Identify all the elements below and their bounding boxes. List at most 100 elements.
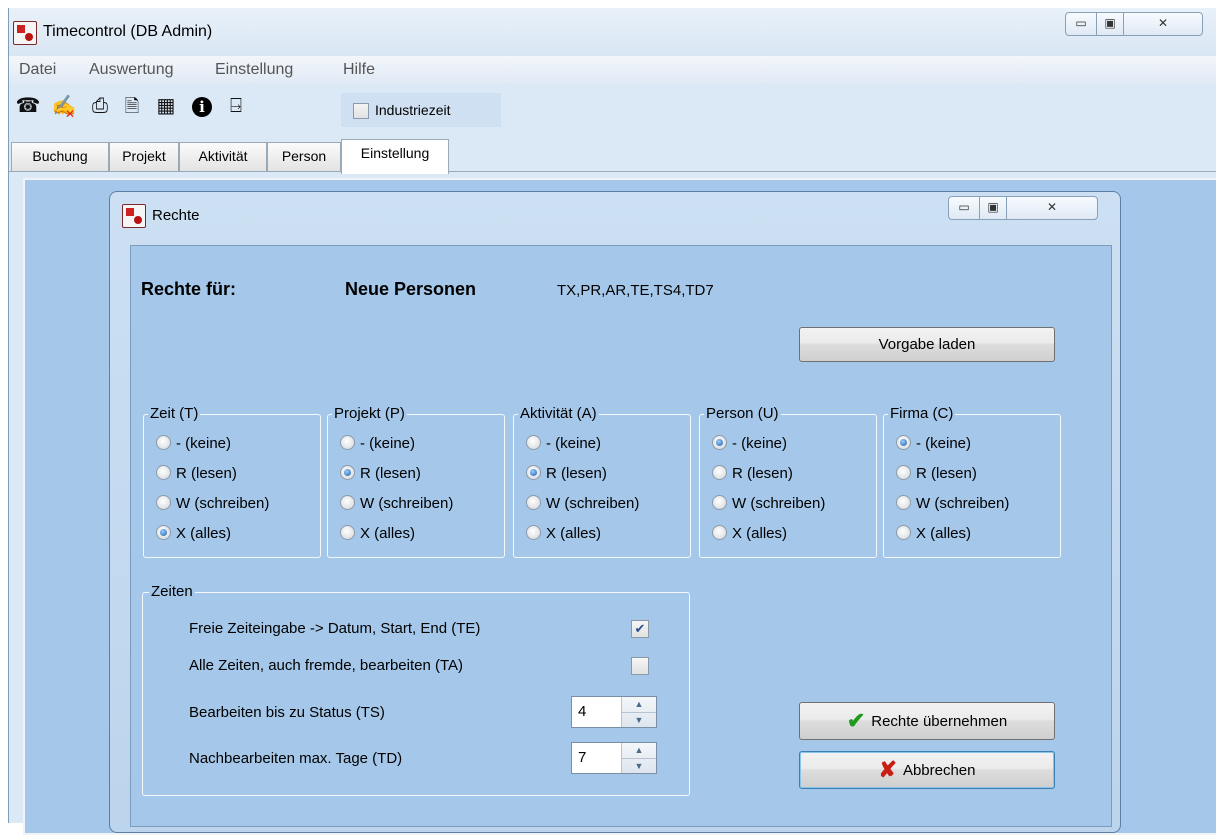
days-spin-buttons[interactable]: ▲ ▼ [621,743,656,773]
radio-button-icon[interactable] [896,525,911,540]
radio-button-icon[interactable] [896,435,911,450]
days-stepper[interactable]: 7 ▲ ▼ [571,742,657,774]
radio-zeit-schreiben[interactable]: W (schreiben) [156,495,269,517]
radio-firma-alles[interactable]: X (alles) [896,525,971,547]
exit-door-icon[interactable]: ⍈ [223,93,249,119]
industriezeit-toggle[interactable]: Industriezeit [341,93,501,127]
radio-button-icon[interactable] [896,495,911,510]
radio-button-icon[interactable] [712,465,727,480]
radio-aktivitaet-lesen[interactable]: R (lesen) [526,465,607,487]
radio-aktivitaet-schreiben[interactable]: W (schreiben) [526,495,639,517]
user-login-icon[interactable]: ☎ [15,93,41,119]
rights-group-legend: Aktivität (A) [518,405,599,422]
radio-projekt-keine[interactable]: - (keine) [340,435,415,457]
radio-firma-lesen[interactable]: R (lesen) [896,465,977,487]
dialog-maximize-button[interactable]: ▣ [979,196,1007,220]
rechte-uebernehmen-button[interactable]: ✔ Rechte übernehmen [799,702,1055,740]
document-icon[interactable]: 🗎 [119,93,145,119]
all-times-label: Alle Zeiten, auch fremde, bearbeiten (TA… [189,657,464,674]
industriezeit-checkbox[interactable] [353,103,369,119]
cancel-button-label: Abbrechen [902,762,976,779]
dialog-title: Rechte [152,207,200,224]
tab-buchung[interactable]: Buchung [11,142,109,171]
radio-label: - (keine) [916,435,972,452]
radio-button-icon[interactable] [340,525,355,540]
free-time-checkbox[interactable]: ✔ [631,620,649,638]
radio-button-icon[interactable] [340,465,355,480]
radio-label: X (alles) [546,525,602,542]
radio-button-icon[interactable] [156,465,171,480]
tab-person[interactable]: Person [267,142,341,171]
rights-target: Neue Personen [345,279,477,299]
user-delete-icon[interactable]: ✍ ✕ [51,93,77,121]
radio-button-icon[interactable] [526,525,541,540]
info-icon[interactable]: i [189,93,215,119]
maximize-button[interactable]: ▣ [1096,12,1124,36]
status-stepper[interactable]: 4 ▲ ▼ [571,696,657,728]
dialog-minimize-button[interactable]: ▭ [948,196,980,220]
status-spin-buttons[interactable]: ▲ ▼ [621,697,656,727]
tab-aktivitaet[interactable]: Aktivität [179,142,267,171]
radio-person-alles[interactable]: X (alles) [712,525,787,547]
printer-icon[interactable]: ⎙ [87,93,113,119]
rights-for-label: Rechte für: [141,279,237,299]
radio-button-icon[interactable] [340,495,355,510]
radio-label: W (schreiben) [916,495,1010,512]
radio-person-schreiben[interactable]: W (schreiben) [712,495,825,517]
radio-button-icon[interactable] [526,495,541,510]
status-up-icon[interactable]: ▲ [622,697,656,712]
dialog-close-button[interactable]: ✕ [1006,196,1098,220]
radio-label: - (keine) [546,435,602,452]
radio-label: W (schreiben) [546,495,640,512]
status-value[interactable]: 4 [578,703,586,720]
tab-einstellung[interactable]: Einstellung [341,139,449,174]
menu-auswertung[interactable]: Auswertung [89,61,174,79]
days-up-icon[interactable]: ▲ [622,743,656,758]
rights-group-legend: Person (U) [704,405,781,422]
radio-label: X (alles) [732,525,788,542]
radio-projekt-schreiben[interactable]: W (schreiben) [340,495,453,517]
rights-group-aktivitaet: Aktivität (A) - (keine) R (lesen) W (schrei… [513,405,691,558]
rights-group-zeit: Zeit (T) - (keine) R (lesen) W (schreiben) X… [143,405,321,558]
radio-button-icon[interactable] [712,435,727,450]
rights-group-legend: Projekt (P) [332,405,407,422]
radio-button-icon[interactable] [712,495,727,510]
radio-zeit-keine[interactable]: - (keine) [156,435,231,457]
days-label: Nachbearbeiten max. Tage (TD) [189,750,403,767]
radio-firma-keine[interactable]: - (keine) [896,435,971,457]
radio-button-icon[interactable] [156,495,171,510]
radio-button-icon[interactable] [896,465,911,480]
menu-hilfe[interactable]: Hilfe [343,61,375,79]
vorgabe-laden-button[interactable]: Vorgabe laden [799,327,1055,362]
all-times-checkbox[interactable] [631,657,649,675]
menu-einstellung[interactable]: Einstellung [215,61,293,79]
status-down-icon[interactable]: ▼ [622,712,656,728]
radio-projekt-lesen[interactable]: R (lesen) [340,465,421,487]
radio-button-icon[interactable] [712,525,727,540]
radio-button-icon[interactable] [340,435,355,450]
cross-icon: ✘ [878,757,897,782]
radio-label: X (alles) [916,525,972,542]
radio-person-keine[interactable]: - (keine) [712,435,787,457]
radio-button-icon[interactable] [156,525,171,540]
radio-projekt-alles[interactable]: X (alles) [340,525,415,547]
radio-firma-schreiben[interactable]: W (schreiben) [896,495,1009,517]
radio-button-icon[interactable] [156,435,171,450]
minimize-button[interactable]: ▭ [1065,12,1097,36]
rights-group-person: Person (U) - (keine) R (lesen) W (schreiben… [699,405,877,558]
days-down-icon[interactable]: ▼ [622,758,656,774]
radio-zeit-alles[interactable]: X (alles) [156,525,231,547]
days-value[interactable]: 7 [578,749,586,766]
radio-person-lesen[interactable]: R (lesen) [712,465,793,487]
radio-label: X (alles) [176,525,232,542]
tab-projekt[interactable]: Projekt [109,142,179,171]
radio-aktivitaet-keine[interactable]: - (keine) [526,435,601,457]
radio-button-icon[interactable] [526,465,541,480]
radio-zeit-lesen[interactable]: R (lesen) [156,465,237,487]
radio-aktivitaet-alles[interactable]: X (alles) [526,525,601,547]
radio-button-icon[interactable] [526,435,541,450]
close-button[interactable]: ✕ [1123,12,1203,36]
abbrechen-button[interactable]: ✘ Abbrechen [799,751,1055,789]
calculator-icon[interactable]: ▦ [153,93,179,119]
menu-datei[interactable]: Datei [19,61,56,79]
